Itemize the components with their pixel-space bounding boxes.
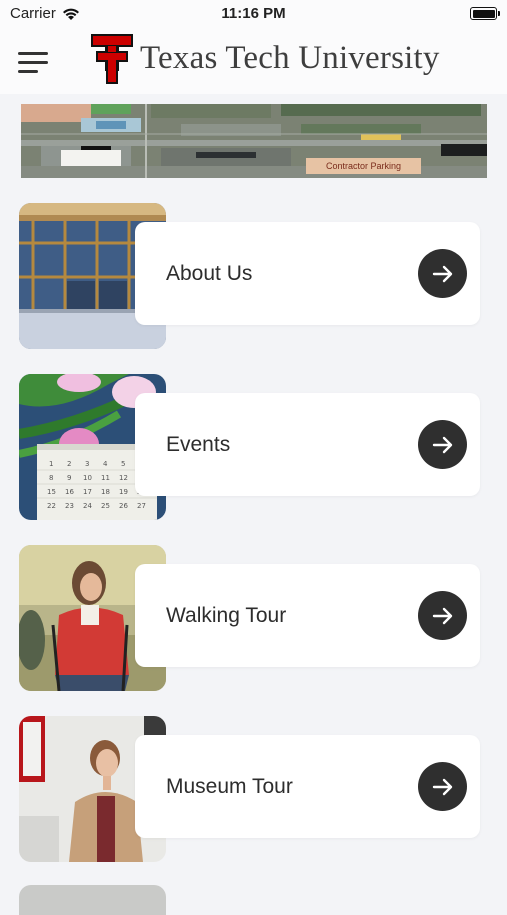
- svg-text:17: 17: [83, 488, 92, 496]
- parking-label: Contractor Parking: [306, 158, 421, 174]
- svg-text:10: 10: [83, 474, 92, 482]
- clock: 11:16 PM: [221, 5, 286, 22]
- about-us-label: About Us: [166, 262, 253, 285]
- svg-text:18: 18: [101, 488, 110, 496]
- events-label: Events: [166, 433, 231, 456]
- arrow-right-icon: [432, 265, 452, 282]
- about-us-card[interactable]: About Us: [135, 222, 480, 325]
- svg-text:2: 2: [67, 460, 71, 468]
- double-t-logo: [91, 34, 133, 84]
- museum-tour-label: Museum Tour: [166, 775, 293, 798]
- menu-item-about-us: About Us: [19, 203, 481, 351]
- menu-item-museum-tour: Museum Tour: [19, 716, 481, 864]
- svg-text:4: 4: [103, 460, 108, 468]
- svg-text:25: 25: [101, 502, 110, 510]
- svg-text:3: 3: [85, 460, 89, 468]
- menu-item-events: 123456 8910111213 151617181920 222324252…: [19, 374, 481, 522]
- events-card[interactable]: Events: [135, 393, 480, 496]
- svg-text:27: 27: [137, 502, 146, 510]
- svg-text:11: 11: [101, 474, 110, 482]
- svg-text:1: 1: [49, 460, 53, 468]
- svg-text:22: 22: [47, 502, 56, 510]
- menu-item-walking-tour: Walking Tour: [19, 545, 481, 693]
- battery-icon: [470, 7, 500, 20]
- walking-tour-label: Walking Tour: [166, 604, 287, 627]
- svg-text:23: 23: [65, 502, 74, 510]
- svg-text:16: 16: [65, 488, 74, 496]
- svg-text:5: 5: [121, 460, 125, 468]
- svg-text:9: 9: [67, 474, 71, 482]
- svg-text:12: 12: [119, 474, 128, 482]
- nav-bar: Texas Tech University: [0, 28, 507, 94]
- hamburger-menu-icon[interactable]: [18, 52, 50, 74]
- app-title: Texas Tech University: [140, 40, 440, 76]
- arrow-right-icon: [432, 607, 452, 624]
- svg-text:8: 8: [49, 474, 53, 482]
- walking-tour-arrow-button[interactable]: [418, 591, 467, 640]
- svg-text:15: 15: [47, 488, 56, 496]
- status-bar: Carrier 11:16 PM: [0, 0, 507, 28]
- next-item-photo: [19, 885, 166, 915]
- svg-text:19: 19: [119, 488, 128, 496]
- museum-tour-card[interactable]: Museum Tour: [135, 735, 480, 838]
- museum-tour-arrow-button[interactable]: [418, 762, 467, 811]
- svg-text:26: 26: [119, 502, 128, 510]
- walking-tour-card[interactable]: Walking Tour: [135, 564, 480, 667]
- svg-text:24: 24: [83, 502, 92, 510]
- events-arrow-button[interactable]: [418, 420, 467, 469]
- arrow-right-icon: [432, 436, 452, 453]
- aerial-map-banner: Contractor Parking: [21, 104, 487, 178]
- arrow-right-icon: [432, 778, 452, 795]
- about-us-arrow-button[interactable]: [418, 249, 467, 298]
